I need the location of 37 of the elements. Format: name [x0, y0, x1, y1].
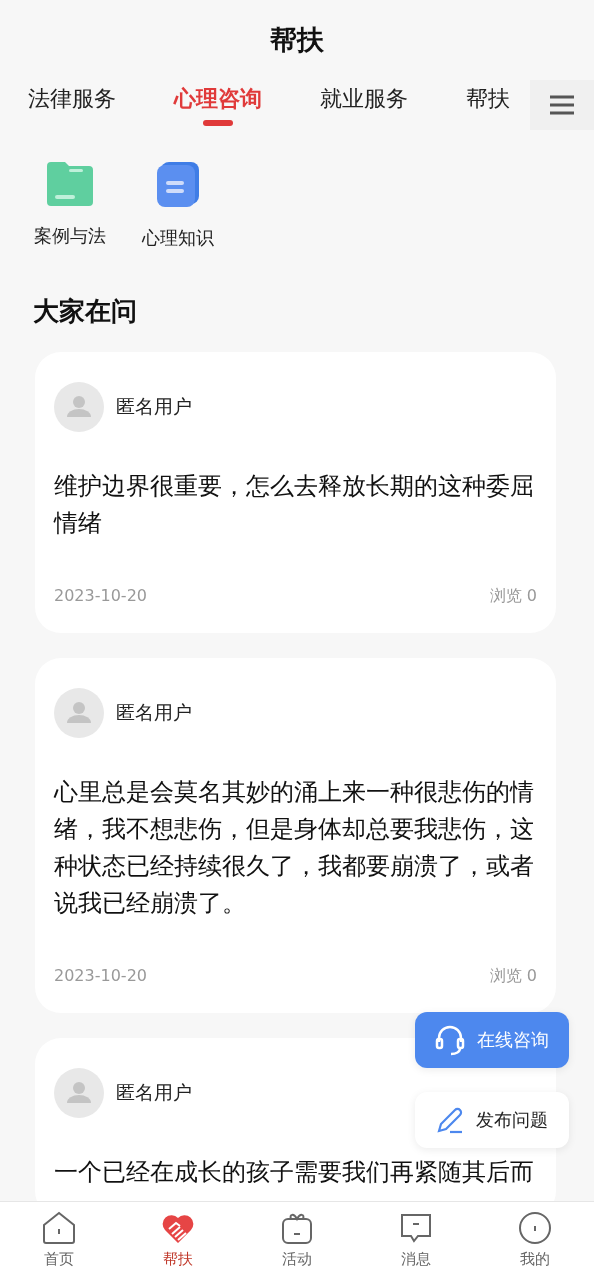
- nav-item[interactable]: 消息: [356, 1202, 476, 1280]
- question-card[interactable]: 匿名用户 维护边界很重要，怎么去释放长期的这种委屈情绪 2023-10-20 浏览 0: [35, 352, 556, 633]
- folder-icon: [47, 162, 93, 206]
- menu-button[interactable]: [530, 80, 594, 130]
- category-tab[interactable]: 就业服务: [320, 84, 408, 114]
- section-title: 大家在问: [32, 295, 138, 328]
- menu-icon: [550, 95, 574, 115]
- nav-item[interactable]: 帮扶: [118, 1202, 238, 1280]
- question-card[interactable]: 匿名用户 心里总是会莫名其妙的涌上来一种很悲伤的情绪，我不想悲伤，但是身体却总要我悲伤，这种状态已经持续很久了，我都要崩溃了，或者说我已经崩溃了。 2023-10-20 浏览 0: [35, 658, 556, 1013]
- nav-item[interactable]: 活动: [237, 1202, 357, 1280]
- question-text: 心里总是会莫名其妙的涌上来一种很悲伤的情绪，我不想悲伤，但是身体却总要我悲伤，这种状态已经持续很久了，我都要崩溃了，或者说我已经崩溃了。: [54, 777, 535, 919]
- shortcut-label[interactable]: 心理知识: [142, 226, 214, 250]
- post-date: 2023-10-20: [54, 586, 147, 607]
- pencil-icon: [436, 1106, 464, 1134]
- shortcut-label[interactable]: 案例与法: [34, 224, 106, 248]
- category-tab[interactable]: 心理咨询: [174, 84, 262, 114]
- headset-icon: [435, 1024, 465, 1056]
- nav-item[interactable]: 首页: [0, 1202, 119, 1280]
- profile-icon: [516, 1210, 553, 1246]
- question-text: 一个已经在成长的孩子需要我们再紧随其后而: [54, 1157, 535, 1188]
- document-icon: [155, 162, 201, 208]
- user-name: 匿名用户: [116, 700, 192, 725]
- category-tab[interactable]: 帮扶: [466, 84, 510, 114]
- post-date: 2023-10-20: [54, 966, 147, 987]
- user-name: 匿名用户: [116, 1080, 192, 1105]
- question-text: 维护边界很重要，怎么去释放长期的这种委屈情绪: [54, 471, 535, 539]
- avatar-icon: [54, 382, 104, 432]
- user-name: 匿名用户: [116, 394, 192, 419]
- nav-item[interactable]: 我的: [475, 1202, 594, 1280]
- post-button[interactable]: 发布问题: [415, 1092, 569, 1148]
- home-icon: [41, 1210, 78, 1246]
- page-title: 帮扶: [269, 23, 325, 57]
- view-count: 浏览 0: [489, 966, 537, 987]
- avatar-icon: [54, 688, 104, 738]
- view-count: 浏览 0: [489, 586, 537, 607]
- category-tab[interactable]: 法律服务: [28, 84, 116, 114]
- avatar-icon: [54, 1068, 104, 1118]
